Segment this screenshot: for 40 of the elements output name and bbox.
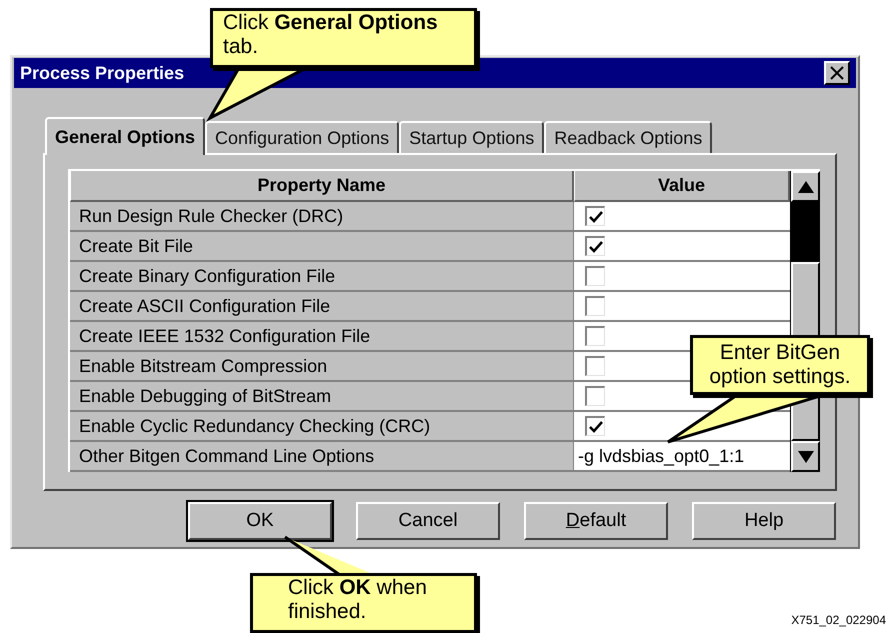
table-cell: Run Design Rule Checker (DRC) xyxy=(70,202,574,232)
figure-id: X751_02_022904 xyxy=(791,612,886,629)
checkbox[interactable] xyxy=(585,356,605,376)
column-header: Value xyxy=(574,171,790,202)
tab[interactable]: Configuration Options xyxy=(205,121,400,153)
checkbox[interactable] xyxy=(585,296,605,316)
up-arrow-icon xyxy=(798,180,814,192)
column-header: Property Name xyxy=(70,171,574,202)
checkbox[interactable] xyxy=(585,416,605,436)
tab[interactable]: Startup Options xyxy=(399,121,544,153)
dialog-button[interactable]: OK xyxy=(188,502,332,540)
close-button[interactable] xyxy=(824,61,850,85)
table-cell: Other Bitgen Command Line Options xyxy=(70,442,574,472)
scroll-up-button[interactable] xyxy=(791,171,820,202)
checkbox[interactable] xyxy=(585,386,605,406)
table-cell: Create Bit File xyxy=(70,232,574,262)
table-cell: Enable Bitstream Compression xyxy=(70,352,574,382)
table-cell: Enable Cyclic Redundancy Checking (CRC) xyxy=(70,412,574,442)
input-field[interactable]: -g lvdsbias_opt0_1:1 xyxy=(574,442,790,472)
checkbox[interactable] xyxy=(585,206,605,226)
check-icon xyxy=(588,420,602,432)
callout-note: Enter BitGen option settings. xyxy=(690,335,870,395)
window-title: Process Properties xyxy=(20,62,184,85)
check-icon xyxy=(588,210,602,222)
down-arrow-icon xyxy=(798,450,814,462)
tab[interactable]: General Options xyxy=(45,117,206,155)
dialog-button[interactable]: Cancel xyxy=(356,502,500,540)
tab[interactable]: Readback Options xyxy=(544,121,712,153)
checkbox[interactable] xyxy=(585,236,605,256)
table-cell: Create ASCII Configuration File xyxy=(70,292,574,322)
close-icon xyxy=(830,66,844,80)
table-cell: Enable Debugging of BitStream xyxy=(70,382,574,412)
dialog-button[interactable]: Default xyxy=(524,502,668,540)
dialog-button[interactable]: Help xyxy=(692,502,836,540)
checkbox[interactable] xyxy=(585,266,605,286)
table-cell: Create Binary Configuration File xyxy=(70,262,574,292)
check-icon xyxy=(588,240,602,252)
table-cell: Create IEEE 1532 Configuration File xyxy=(70,322,574,352)
scroll-thumb[interactable] xyxy=(791,202,820,262)
checkbox[interactable] xyxy=(585,326,605,346)
